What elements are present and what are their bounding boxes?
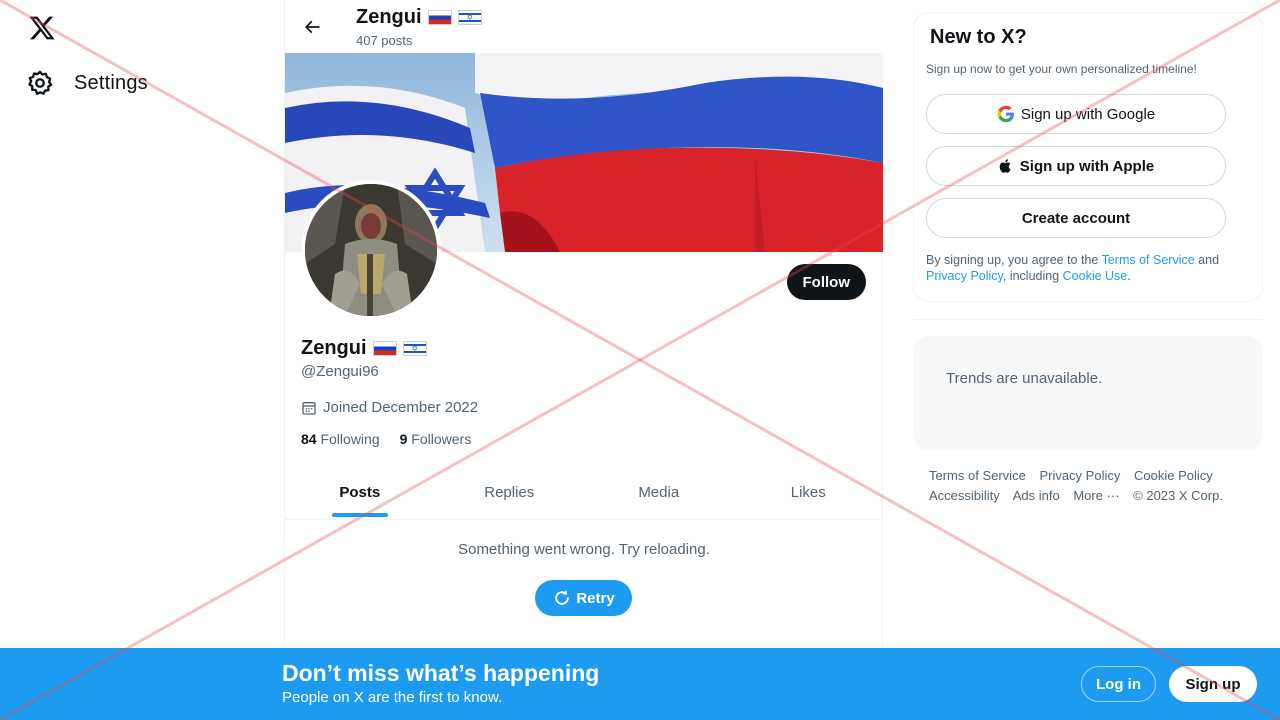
calendar-icon [302,401,316,415]
footer-copyright: © 2023 X Corp. [1133,488,1223,503]
profile-name-text: Zengui [301,337,367,359]
bottom-bar-subtitle: People on X are the first to know. [282,689,503,706]
profile-column: Zengui ✡ 407 posts Follow Zengui ✡ @Zeng… [284,0,884,720]
back-button[interactable] [297,12,327,42]
tab-replies[interactable]: Replies [435,466,585,519]
bottom-signup-bar: Don’t miss what’s happening People on X … [0,648,1280,720]
footer-link-cookie[interactable]: Cookie Policy [1134,468,1213,483]
legal-including: , including [1002,269,1063,283]
apple-icon [999,159,1011,173]
profile-tabs: Posts Replies Media Likes [285,466,883,520]
profile-handle: @Zengui96 [301,363,379,380]
tab-likes[interactable]: Likes [734,466,884,519]
avatar-knight-image [305,184,437,316]
x-logo-icon[interactable] [28,14,56,42]
footer-link-terms[interactable]: Terms of Service [929,468,1026,483]
signup-google-label: Sign up with Google [1020,105,1156,123]
footer-links: Terms of Service Privacy Policy Cookie P… [929,466,1249,506]
privacy-link[interactable]: Privacy Policy [926,269,1003,283]
trends-unavailable-text: Trends are unavailable. [946,370,1103,387]
following-label: Following [320,431,380,447]
signup-apple-label: Sign up with Apple [1019,157,1155,175]
gear-icon [28,70,53,96]
signup-legal-text: By signing up, you agree to the Terms of… [926,252,1246,284]
russia-flag-icon [372,341,397,356]
nav-settings[interactable]: Settings [26,66,158,100]
footer-link-more[interactable]: More ··· [1073,488,1119,503]
joined-text: Joined December 2022 [323,399,479,416]
tab-posts[interactable]: Posts [285,466,435,519]
signup-subtitle: Sign up now to get your own personalized… [926,62,1197,76]
footer-link-ads-info[interactable]: Ads info [1013,488,1060,503]
tab-media[interactable]: Media [584,466,734,519]
followers-count: 9 [399,431,408,447]
feed-error-message: Something went wrong. Try reloading. [458,541,710,558]
left-nav: Settings [0,0,284,720]
trends-panel: Trends are unavailable. [913,336,1263,450]
footer-link-accessibility[interactable]: Accessibility [929,488,1000,503]
create-account-button[interactable]: Create account [926,198,1226,238]
nav-settings-label: Settings [74,71,148,94]
signup-card: New to X? Sign up now to get your own pe… [913,12,1263,302]
legal-end: . [1127,269,1131,283]
bottom-bar-title: Don’t miss what’s happening [282,660,600,686]
cookie-link[interactable]: Cookie Use [1063,269,1128,283]
legal-and: and [1194,253,1220,267]
login-button[interactable]: Log in [1081,666,1156,702]
followers-link[interactable]: 9 Followers [400,431,472,447]
signup-google-button[interactable]: Sign up with Google [926,94,1226,134]
follow-button[interactable]: Follow [786,264,866,300]
russia-flag-icon [427,10,452,25]
legal-pre: By signing up, you agree to the [926,253,1102,267]
footer-link-privacy[interactable]: Privacy Policy [1039,468,1120,483]
header-name: Zengui ✡ [356,6,482,29]
profile-stats: 84 Following 9 Followers [301,431,471,447]
profile-joined: Joined December 2022 [301,399,478,416]
retry-label: Retry [576,589,615,607]
israel-flag-icon: ✡ [402,341,427,356]
google-icon [997,105,1014,123]
following-count: 84 [301,431,317,447]
profile-avatar[interactable] [301,180,441,320]
signup-title: New to X? [930,26,1027,48]
back-arrow-icon [304,20,320,34]
signup-button[interactable]: Sign up [1169,666,1257,702]
israel-flag-icon: ✡ [457,10,482,25]
followers-label: Followers [411,431,472,447]
profile-header-bar: Zengui ✡ 407 posts [285,0,884,53]
sidebar-divider [913,319,1263,320]
post-count: 407 posts [356,33,413,48]
retry-button[interactable]: Retry [535,580,632,616]
header-name-text: Zengui [356,6,422,28]
refresh-icon [555,590,570,605]
terms-link[interactable]: Terms of Service [1102,253,1195,267]
following-link[interactable]: 84 Following [301,431,380,447]
signup-apple-button[interactable]: Sign up with Apple [926,146,1226,186]
profile-name: Zengui ✡ [301,337,427,360]
